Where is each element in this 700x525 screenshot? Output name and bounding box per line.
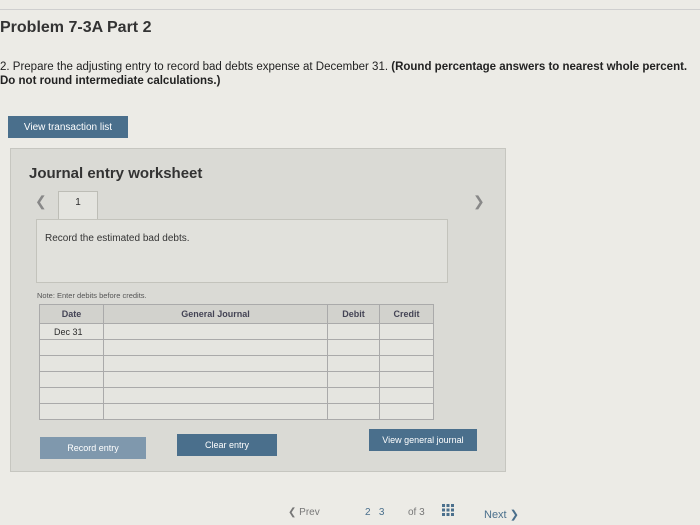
- table-row: Dec 31: [39, 323, 434, 340]
- debit-cell[interactable]: [327, 403, 380, 420]
- grid-icon[interactable]: [442, 504, 454, 516]
- debit-cell[interactable]: [327, 323, 380, 340]
- clear-entry-button[interactable]: Clear entry: [177, 434, 277, 456]
- record-entry-button[interactable]: Record entry: [40, 437, 146, 459]
- account-cell[interactable]: [103, 339, 328, 356]
- chevron-left-icon[interactable]: ❮: [35, 193, 47, 210]
- account-cell[interactable]: [103, 371, 328, 388]
- record-instruction-text: Record the estimated bad debts.: [45, 233, 190, 244]
- date-cell[interactable]: [39, 339, 104, 356]
- header-debit: Debit: [327, 304, 380, 324]
- debit-cell[interactable]: [327, 371, 380, 388]
- instructions-text: 2. Prepare the adjusting entry to record…: [0, 60, 696, 88]
- debit-cell[interactable]: [327, 339, 380, 356]
- table-row: [39, 339, 434, 356]
- date-cell[interactable]: Dec 31: [39, 323, 104, 340]
- next-label: Next: [484, 509, 507, 521]
- chevron-right-icon[interactable]: ❯: [473, 193, 485, 210]
- debit-cell[interactable]: [327, 387, 380, 404]
- account-cell[interactable]: [103, 355, 328, 372]
- current-page: 2: [365, 507, 371, 518]
- chevron-right-icon: ❯: [509, 509, 519, 521]
- journal-entry-worksheet: Journal entry worksheet ❮ 1 ❯ Record the…: [10, 148, 506, 472]
- chevron-left-icon: ❮: [288, 507, 297, 518]
- record-instruction-box: Record the estimated bad debts.: [36, 219, 448, 283]
- journal-header-row: Date General Journal Debit Credit: [39, 304, 434, 324]
- header-date: Date: [39, 304, 104, 324]
- date-cell[interactable]: [39, 371, 104, 388]
- account-cell[interactable]: [103, 403, 328, 420]
- header-general-journal: General Journal: [103, 304, 328, 324]
- page-total: of 3: [408, 507, 425, 518]
- debit-cell[interactable]: [327, 355, 380, 372]
- header-credit: Credit: [379, 304, 434, 324]
- top-divider: [0, 9, 700, 10]
- credit-cell[interactable]: [379, 371, 434, 388]
- account-cell[interactable]: [103, 323, 328, 340]
- next-button[interactable]: Next ❯: [484, 508, 519, 521]
- table-row: [39, 371, 434, 388]
- date-cell[interactable]: [39, 403, 104, 420]
- view-transaction-list-button[interactable]: View transaction list: [8, 116, 128, 138]
- credit-cell[interactable]: [379, 355, 434, 372]
- account-cell[interactable]: [103, 387, 328, 404]
- journal-table: Date General Journal Debit Credit Dec 31: [39, 304, 434, 420]
- worksheet-title: Journal entry worksheet: [29, 165, 203, 182]
- credit-cell[interactable]: [379, 323, 434, 340]
- credit-cell[interactable]: [379, 339, 434, 356]
- date-cell[interactable]: [39, 387, 104, 404]
- worksheet-tab-1[interactable]: 1: [58, 191, 98, 220]
- date-cell[interactable]: [39, 355, 104, 372]
- debits-note: Note: Enter debits before credits.: [37, 291, 147, 300]
- credit-cell[interactable]: [379, 387, 434, 404]
- prev-button[interactable]: ❮ Prev: [288, 507, 320, 518]
- credit-cell[interactable]: [379, 403, 434, 420]
- table-row: [39, 403, 434, 420]
- prev-label: Prev: [299, 507, 320, 518]
- page-title: Problem 7-3A Part 2: [0, 19, 152, 36]
- table-row: [39, 355, 434, 372]
- current-page-alt: 3: [378, 507, 385, 518]
- view-general-journal-button[interactable]: View general journal: [369, 429, 477, 451]
- table-row: [39, 387, 434, 404]
- instructions-main: 2. Prepare the adjusting entry to record…: [0, 61, 389, 73]
- page-indicator[interactable]: 2 3: [365, 507, 384, 518]
